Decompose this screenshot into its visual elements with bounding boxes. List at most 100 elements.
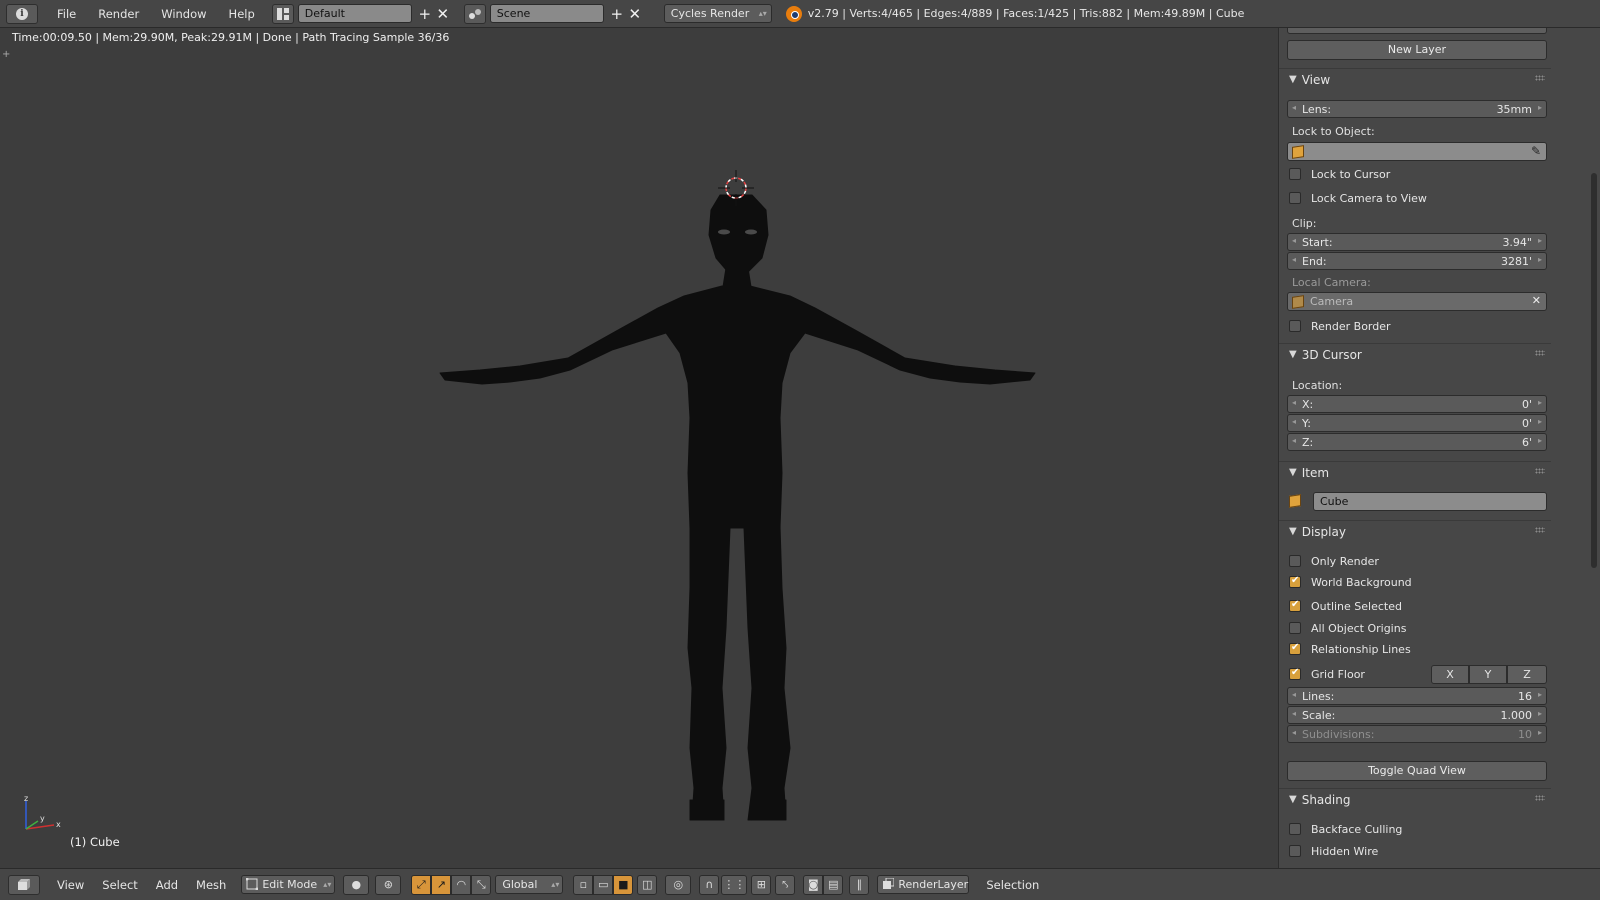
section-display-header[interactable]: ▼ Display <box>1279 520 1551 542</box>
item-name-field[interactable]: Cube <box>1313 492 1547 511</box>
decrement-arrow-icon[interactable]: ◂ <box>1292 436 1296 445</box>
drag-grip-icon[interactable] <box>1535 75 1545 81</box>
layout-name-field[interactable]: Default <box>297 4 412 23</box>
edge-select-mode[interactable]: ▭ <box>593 874 614 895</box>
drag-grip-icon[interactable] <box>1535 527 1545 533</box>
increment-arrow-icon[interactable]: ▸ <box>1538 709 1542 718</box>
lock-object-field[interactable]: ✎ <box>1287 142 1547 161</box>
drag-grip-icon[interactable] <box>1535 350 1545 356</box>
editor-type-button[interactable]: i <box>6 3 38 24</box>
scale-manipulator[interactable]: ⤡ <box>471 874 492 895</box>
decrement-arrow-icon[interactable]: ◂ <box>1292 417 1296 426</box>
grid-axis-x-toggle[interactable]: X <box>1431 665 1469 684</box>
only-render-checkbox[interactable]: Only Render <box>1289 552 1379 570</box>
face-select-mode[interactable]: ■ <box>613 874 634 895</box>
clip-start-field[interactable]: ◂ Start: 3.94" ▸ <box>1287 233 1547 251</box>
menu-window[interactable]: Window <box>150 0 217 28</box>
render-border-checkbox[interactable]: Render Border <box>1289 317 1391 335</box>
toggle-quad-view-button[interactable]: Toggle Quad View <box>1287 761 1547 781</box>
snap-target-icon[interactable]: ⊞ <box>751 874 772 895</box>
decrement-arrow-icon[interactable]: ◂ <box>1292 398 1296 407</box>
new-layer-button[interactable]: New Layer <box>1287 40 1547 60</box>
section-shading-header[interactable]: ▼ Shading <box>1279 788 1551 810</box>
scene-name-field[interactable]: Scene <box>489 4 604 23</box>
mode-select[interactable]: Edit Mode ▴▾ <box>241 875 336 894</box>
menu-mesh[interactable]: Mesh <box>187 878 235 892</box>
viewport-shading-select[interactable]: ● <box>343 874 370 895</box>
align-rotation-toggle[interactable]: ⤣ <box>775 874 796 895</box>
rotate-manipulator[interactable]: ◠ <box>451 874 472 895</box>
increment-arrow-icon[interactable]: ▸ <box>1538 398 1542 407</box>
increment-arrow-icon[interactable]: ▸ <box>1538 103 1542 112</box>
cursor-y-field[interactable]: ◂ Y: 0' ▸ <box>1287 414 1547 432</box>
increment-arrow-icon[interactable]: ▸ <box>1538 728 1542 737</box>
screen-layout-icon[interactable] <box>271 3 294 24</box>
grid-floor-checkbox[interactable]: Grid Floor <box>1289 665 1365 683</box>
menu-view[interactable]: View <box>48 878 93 892</box>
grid-scale-field[interactable]: ◂ Scale: 1.000 ▸ <box>1287 706 1547 724</box>
decrement-arrow-icon[interactable]: ◂ <box>1292 103 1296 112</box>
cursor-x-field[interactable]: ◂ X: 0' ▸ <box>1287 395 1547 413</box>
increment-arrow-icon[interactable]: ▸ <box>1538 236 1542 245</box>
remove-scene-button[interactable]: ✕ <box>626 4 644 24</box>
increment-arrow-icon[interactable]: ▸ <box>1538 417 1542 426</box>
opengl-render-button[interactable]: ◙ <box>803 874 824 895</box>
transform-orientation-select[interactable]: Global ▴▾ <box>495 875 564 894</box>
section-view-header[interactable]: ▼ View <box>1279 68 1551 90</box>
add-scene-button[interactable]: + <box>608 4 626 24</box>
grid-axis-z-toggle[interactable]: Z <box>1507 665 1547 684</box>
outline-selected-checkbox[interactable]: Outline Selected <box>1289 597 1402 615</box>
render-layer-select[interactable]: RenderLayer <box>877 875 970 894</box>
section-item-header[interactable]: ▼ Item <box>1279 461 1551 483</box>
menu-file[interactable]: File <box>46 0 87 28</box>
local-camera-field[interactable]: Camera ✕ <box>1287 292 1547 311</box>
render-engine-select[interactable]: Cycles Render ▴▾ <box>663 4 772 23</box>
increment-arrow-icon[interactable]: ▸ <box>1538 436 1542 445</box>
drag-grip-icon[interactable] <box>1535 468 1545 474</box>
grid-lines-field[interactable]: ◂ Lines: 16 ▸ <box>1287 687 1547 705</box>
pause-render-button[interactable]: ∥ <box>849 874 870 895</box>
snap-toggle[interactable]: ∩ <box>699 874 720 895</box>
editor-type-button[interactable] <box>8 874 40 895</box>
lock-camera-to-view-checkbox[interactable]: Lock Camera to View <box>1289 189 1427 207</box>
decrement-arrow-icon[interactable]: ◂ <box>1292 690 1296 699</box>
menu-add[interactable]: Add <box>147 878 187 892</box>
add-layout-button[interactable]: + <box>416 4 434 24</box>
decrement-arrow-icon[interactable]: ◂ <box>1292 236 1296 245</box>
clip-end-field[interactable]: ◂ End: 3281' ▸ <box>1287 252 1547 270</box>
opengl-animation-button[interactable]: ▤ <box>823 874 844 895</box>
all-object-origins-checkbox[interactable]: All Object Origins <box>1289 619 1406 637</box>
decrement-arrow-icon[interactable]: ◂ <box>1292 709 1296 718</box>
backface-culling-checkbox[interactable]: Backface Culling <box>1289 820 1402 838</box>
lens-field[interactable]: ◂ Lens: 35mm ▸ <box>1287 100 1547 118</box>
increment-arrow-icon[interactable]: ▸ <box>1538 690 1542 699</box>
menu-help[interactable]: Help <box>218 0 266 28</box>
hidden-wire-checkbox[interactable]: Hidden Wire <box>1289 842 1378 860</box>
manipulator-toggle[interactable]: ⤢ <box>411 874 432 895</box>
vertex-select-mode[interactable]: ▫ <box>573 874 594 895</box>
decrement-arrow-icon[interactable]: ◂ <box>1292 728 1296 737</box>
section-3d-cursor-header[interactable]: ▼ 3D Cursor <box>1279 343 1551 365</box>
cursor-z-field[interactable]: ◂ Z: 6' ▸ <box>1287 433 1547 451</box>
panel-scrollbar[interactable] <box>1591 173 1597 568</box>
relationship-lines-checkbox[interactable]: Relationship Lines <box>1289 640 1411 658</box>
new-button-partial[interactable] <box>1287 28 1547 34</box>
remove-layout-button[interactable]: ✕ <box>434 4 452 24</box>
clear-field-icon[interactable]: ✕ <box>1532 294 1541 307</box>
proportional-editing-select[interactable]: ◎ <box>665 874 692 895</box>
snap-element-select[interactable]: ⋮⋮ <box>721 874 748 895</box>
eyedropper-icon[interactable]: ✎ <box>1531 144 1541 158</box>
world-background-checkbox[interactable]: World Background <box>1289 573 1412 591</box>
grid-axis-y-toggle[interactable]: Y <box>1469 665 1507 684</box>
scene-icon[interactable] <box>463 3 486 24</box>
limit-selection-visible-toggle[interactable]: ◫ <box>637 874 658 895</box>
3d-viewport[interactable]: Time:00:09.50 | Mem:29.90M, Peak:29.91M … <box>0 28 1278 868</box>
drag-grip-icon[interactable] <box>1535 795 1545 801</box>
grid-subdivisions-field[interactable]: ◂ Subdivisions: 10 ▸ <box>1287 725 1547 743</box>
lock-to-cursor-checkbox[interactable]: Lock to Cursor <box>1289 165 1390 183</box>
decrement-arrow-icon[interactable]: ◂ <box>1292 255 1296 264</box>
menu-select[interactable]: Select <box>93 878 146 892</box>
pivot-point-select[interactable]: ⊛ <box>375 874 402 895</box>
increment-arrow-icon[interactable]: ▸ <box>1538 255 1542 264</box>
menu-render[interactable]: Render <box>87 0 150 28</box>
